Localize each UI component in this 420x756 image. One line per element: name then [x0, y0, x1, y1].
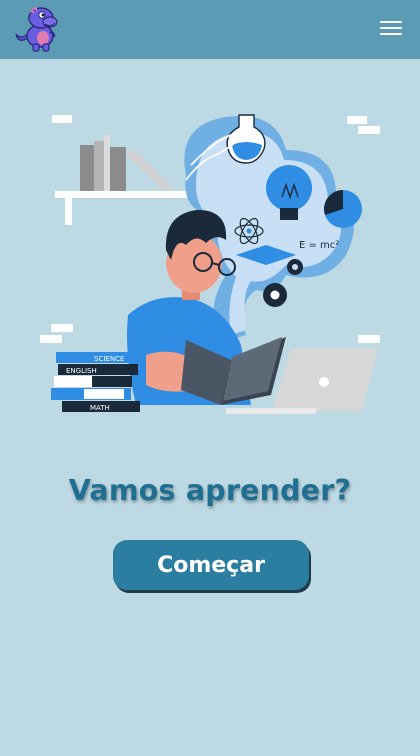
formula-text: E = mc² [299, 240, 339, 251]
menu-button[interactable] [380, 18, 402, 40]
dinosaur-logo-icon[interactable] [14, 4, 66, 54]
book-label-english: ENGLISH [66, 367, 97, 375]
book-label-science: SCIENCE [94, 355, 124, 363]
start-button[interactable]: Começar [113, 540, 309, 590]
hamburger-menu-icon [380, 20, 402, 36]
student-reading-illustration: E = mc² SCIENCE ENGLISH MATH [36, 105, 386, 425]
book-label-math: MATH [90, 404, 110, 412]
page-headline: Vamos aprender? [68, 474, 352, 507]
top-bar [0, 0, 420, 59]
